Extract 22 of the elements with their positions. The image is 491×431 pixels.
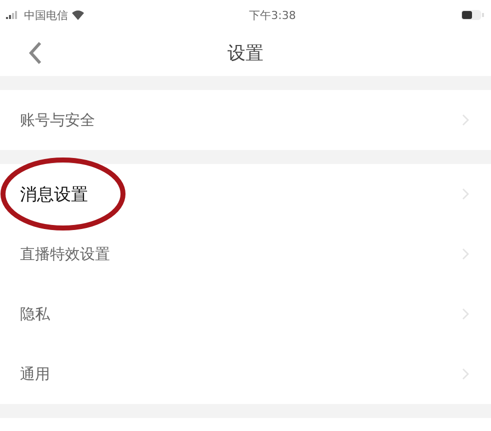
chevron-icon bbox=[462, 308, 469, 320]
back-icon[interactable] bbox=[28, 41, 42, 65]
carrier-name: 中国电信 bbox=[24, 8, 68, 22]
item-label: 直播特效设置 bbox=[20, 244, 110, 264]
chevron-icon bbox=[462, 188, 469, 200]
battery-icon bbox=[460, 9, 485, 21]
item-label: 消息设置 bbox=[20, 184, 88, 206]
signal-icon bbox=[6, 11, 20, 19]
chevron-icon bbox=[462, 248, 469, 260]
settings-item[interactable]: 账号与安全 bbox=[0, 90, 491, 150]
page-title: 设置 bbox=[228, 42, 264, 65]
chevron-icon bbox=[462, 114, 469, 126]
chevron-icon bbox=[462, 368, 469, 380]
wifi-icon bbox=[72, 10, 84, 20]
item-label: 账号与安全 bbox=[20, 110, 95, 130]
settings-item[interactable]: 通用 bbox=[0, 344, 491, 404]
settings-item[interactable]: 直播特效设置 bbox=[0, 224, 491, 284]
item-label: 通用 bbox=[20, 364, 50, 384]
status-time: 下午3:38 bbox=[249, 8, 296, 22]
settings-item[interactable]: 隐私 bbox=[0, 284, 491, 344]
item-label: 隐私 bbox=[20, 304, 50, 324]
settings-item[interactable]: 消息设置 bbox=[0, 164, 491, 224]
